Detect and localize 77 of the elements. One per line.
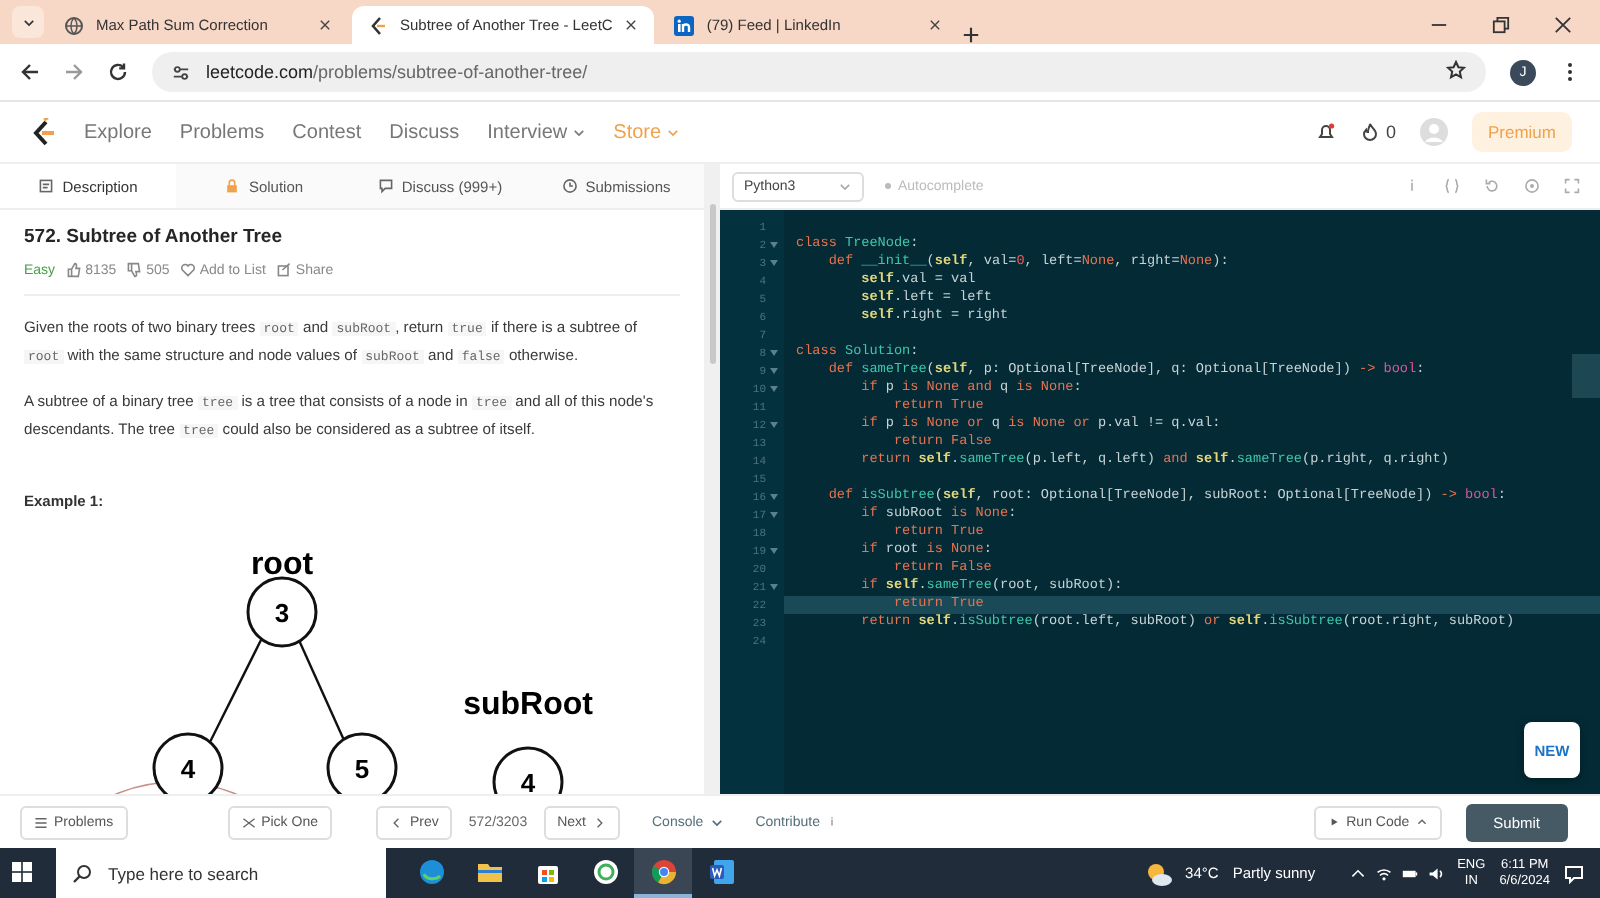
close-icon[interactable] bbox=[1554, 16, 1572, 34]
close-icon bbox=[624, 18, 639, 32]
flame-icon bbox=[1359, 122, 1380, 142]
share-icon bbox=[275, 262, 292, 278]
list-icon bbox=[34, 815, 48, 829]
nav-link[interactable]: Contest bbox=[292, 121, 362, 143]
fold-arrow-icon[interactable] bbox=[770, 494, 778, 500]
heart-icon bbox=[179, 262, 196, 278]
word-icon bbox=[707, 857, 735, 885]
fold-arrow-icon[interactable] bbox=[770, 422, 778, 428]
chat-icon bbox=[377, 178, 394, 194]
bookmark-star-icon[interactable] bbox=[1446, 60, 1466, 80]
leetcode-logo-icon bbox=[28, 118, 56, 146]
address-bar[interactable]: leetcode.com/problems/subtree-of-another-tree/ bbox=[152, 52, 1486, 92]
user-avatar-icon bbox=[1419, 118, 1448, 146]
leetcode-logo-icon bbox=[368, 15, 388, 35]
linkedin-icon bbox=[674, 15, 695, 35]
thumbs-up-icon[interactable] bbox=[65, 262, 82, 278]
search-icon bbox=[72, 863, 92, 883]
shuffle-icon bbox=[241, 815, 256, 829]
caret-up-icon bbox=[1415, 816, 1428, 828]
caret-icon bbox=[571, 125, 586, 139]
fold-arrow-icon[interactable] bbox=[770, 512, 778, 518]
taskbar-search-field[interactable]: Type here to search bbox=[56, 848, 386, 898]
tree-node: 4 bbox=[152, 732, 224, 794]
play-icon bbox=[1328, 816, 1341, 828]
reload-icon[interactable] bbox=[108, 62, 128, 82]
tree-label: subRoot bbox=[463, 688, 593, 722]
restore-icon[interactable] bbox=[1492, 16, 1510, 34]
chevron-right-icon bbox=[592, 815, 606, 829]
clock-icon bbox=[561, 178, 578, 194]
fold-arrow-icon[interactable] bbox=[770, 368, 778, 374]
caret-icon bbox=[21, 15, 35, 29]
tree-node: 4 bbox=[492, 746, 564, 794]
nav-link[interactable]: Discuss bbox=[389, 121, 460, 143]
fold-arrow-icon[interactable] bbox=[770, 242, 778, 248]
close-icon bbox=[928, 18, 943, 32]
thumbs-down-icon[interactable] bbox=[126, 262, 143, 278]
info-icon bbox=[825, 816, 838, 828]
globe-icon bbox=[64, 15, 84, 35]
fold-arrow-icon[interactable] bbox=[770, 260, 778, 266]
battery-icon[interactable] bbox=[1401, 865, 1418, 881]
chrome-icon bbox=[649, 857, 677, 885]
lock-icon bbox=[224, 178, 241, 194]
chevron-left-icon bbox=[389, 815, 404, 829]
fold-arrow-icon[interactable] bbox=[770, 350, 778, 356]
windows-start-icon[interactable] bbox=[12, 861, 32, 881]
notification-bell-icon[interactable] bbox=[1315, 122, 1336, 142]
chevron-up-icon[interactable] bbox=[1349, 865, 1366, 881]
dot-icon bbox=[884, 182, 892, 190]
edge-icon bbox=[417, 857, 445, 885]
nav-link[interactable]: Explore bbox=[84, 121, 152, 143]
fold-arrow-icon[interactable] bbox=[770, 548, 778, 554]
tree-node: 5 bbox=[326, 732, 398, 794]
partly-sunny-icon bbox=[1143, 859, 1172, 887]
nav-link[interactable]: Interview bbox=[487, 121, 586, 143]
caret-icon bbox=[665, 125, 680, 139]
site-settings-icon bbox=[172, 63, 190, 81]
wifi-icon[interactable] bbox=[1375, 865, 1392, 881]
document-icon bbox=[38, 178, 55, 194]
fold-arrow-icon[interactable] bbox=[770, 584, 778, 590]
tab-list-button[interactable] bbox=[12, 6, 44, 38]
fold-arrow-icon[interactable] bbox=[770, 386, 778, 392]
problem-title: 572. Subtree of Another Tree bbox=[24, 226, 284, 248]
tree-node: 3 bbox=[246, 576, 318, 648]
close-icon bbox=[318, 18, 332, 32]
new-tab-icon[interactable] bbox=[962, 26, 981, 44]
forward-icon[interactable] bbox=[64, 62, 84, 82]
tree-label: root bbox=[250, 548, 314, 582]
url-text: leetcode.com/problems/subtree-of-another-tree/ bbox=[206, 62, 588, 82]
caret-icon bbox=[709, 815, 724, 829]
caret-icon bbox=[838, 179, 852, 193]
speaker-icon[interactable] bbox=[1427, 865, 1444, 881]
back-icon[interactable] bbox=[20, 62, 40, 82]
nav-link[interactable]: Problems bbox=[179, 121, 265, 143]
streak-count: 0 bbox=[1385, 122, 1396, 142]
notifications-icon[interactable] bbox=[1564, 863, 1584, 883]
